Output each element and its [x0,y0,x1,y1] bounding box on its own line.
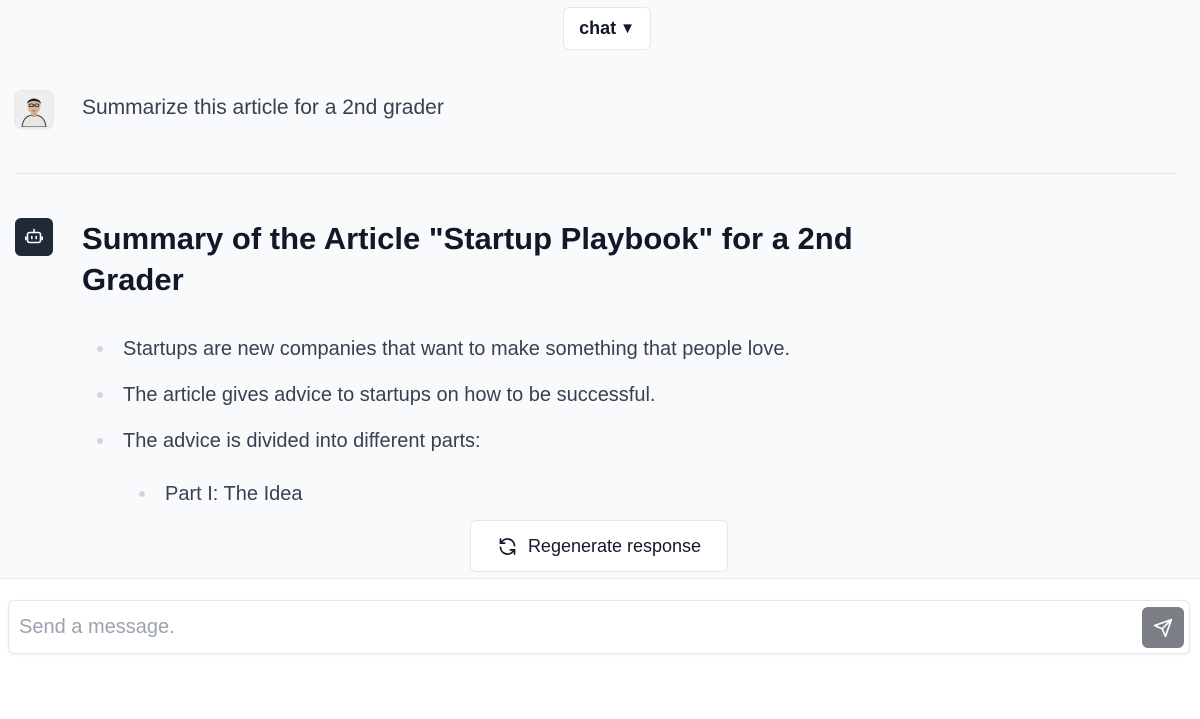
conversation-area: chat ▼ Summarize this article for a 2nd … [0,0,1200,578]
composer-bar [0,578,1200,719]
user-avatar [15,90,53,128]
regenerate-label: Regenerate response [527,535,702,556]
response-heading: Summary of the Article "Startup Playbook… [82,221,853,297]
bot-avatar [15,218,53,256]
response-bullet-list: Startups are new companies that want to … [96,332,790,470]
mode-label: chat [579,18,617,38]
caret-down-icon: ▼ [620,20,635,37]
message-input[interactable] [19,601,1129,653]
robot-icon [24,228,44,244]
message-box [8,600,1190,654]
send-icon [1153,618,1173,637]
refresh-icon [499,537,516,555]
regenerate-response-button[interactable]: Regenerate response [470,520,728,572]
chat-page: chat ▼ Summarize this article for a 2nd … [0,0,1200,719]
user-photo-icon [16,91,52,127]
message-divider [14,173,1177,174]
user-message: Summarize this article for a 2nd grader [82,96,444,119]
list-item: The advice is divided into different par… [96,424,790,458]
list-item: Startups are new companies that want to … [96,332,790,366]
send-button[interactable] [1142,607,1184,648]
list-item: The article gives advice to startups on … [96,378,790,412]
mode-dropdown[interactable]: chat ▼ [563,7,651,50]
